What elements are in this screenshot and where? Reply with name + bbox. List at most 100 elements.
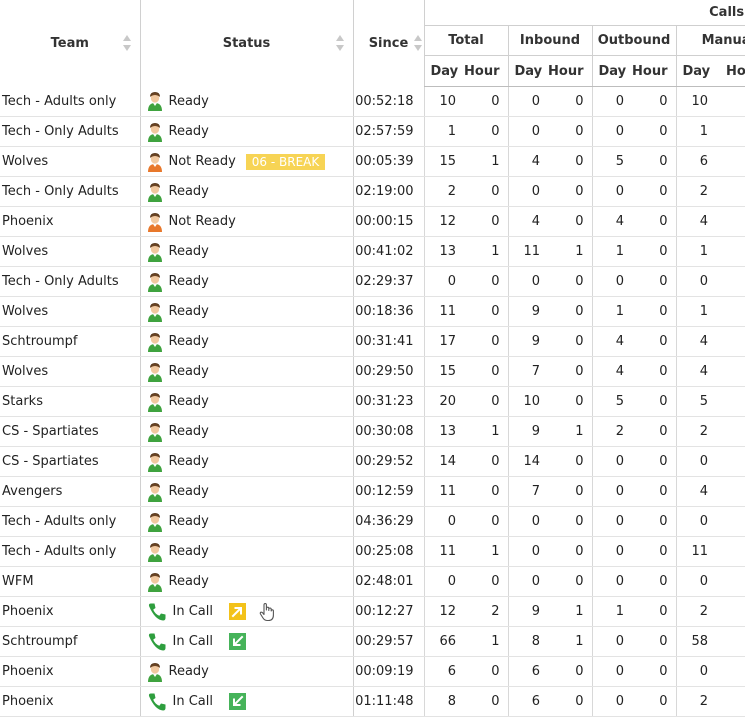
total-day-cell: 1	[423, 116, 464, 147]
manual-hour-cell	[716, 236, 745, 267]
team-cell: Schtroumpf	[0, 626, 141, 657]
manual-day-cell: 1	[675, 236, 716, 267]
agent-not-ready-icon	[147, 152, 163, 172]
team-cell: WFM	[0, 566, 141, 597]
status-column-header[interactable]: Status	[140, 0, 354, 87]
team-cell: Wolves	[0, 236, 141, 267]
agent-ready-icon	[147, 422, 163, 442]
table-row[interactable]: Wolves Ready 00:29:50 15 0 7 0 4 0 4	[0, 356, 745, 387]
table-row[interactable]: WFM Ready 02:48:01 0 0 0 0 0 0 0	[0, 566, 745, 597]
outbound-group-header: Outbound	[591, 25, 676, 56]
status-cell: Not Ready 06 - BREAK	[140, 146, 354, 177]
manual-day-cell: 4	[675, 326, 716, 357]
inbound-day-cell: 0	[507, 86, 548, 117]
total-day-cell: 15	[423, 146, 464, 177]
inbound-group-header: Inbound	[507, 25, 592, 56]
table-row[interactable]: Phoenix In Call 00:12:27 12 2 9 1 1 0 2	[0, 596, 745, 627]
table-row[interactable]: Phoenix In Call 01:11:48 8 0 6 0 0 0 2	[0, 686, 745, 717]
outbound-day-cell: 0	[591, 476, 632, 507]
pointer-hand-icon	[258, 602, 276, 622]
status-cell: Ready	[140, 176, 354, 207]
outbound-day-cell: 5	[591, 146, 632, 177]
total-hour-cell: 0	[464, 176, 508, 207]
outbound-hour-cell: 0	[632, 266, 676, 297]
team-cell: Tech - Only Adults	[0, 176, 141, 207]
manual-hour-cell	[716, 626, 745, 657]
agent-ready-icon	[147, 182, 163, 202]
total-hour-header: Hour	[464, 55, 508, 87]
total-day-header: Day	[423, 55, 464, 87]
total-group-header: Total	[423, 25, 508, 56]
manual-day-cell: 0	[675, 506, 716, 537]
total-day-cell: 11	[423, 476, 464, 507]
table-row[interactable]: Wolves Ready 00:41:02 13 1 11 1 1 0 1	[0, 236, 745, 267]
table-row[interactable]: Phoenix Ready 00:09:19 6 0 6 0 0 0 0	[0, 656, 745, 687]
table-row[interactable]: CS - Spartiates Ready 00:30:08 13 1 9 1 2 0 2	[0, 416, 745, 447]
agent-ready-icon	[147, 242, 163, 262]
inbound-hour-cell: 1	[548, 236, 592, 267]
team-cell: CS - Spartiates	[0, 416, 141, 447]
table-row[interactable]: Phoenix Not Ready 00:00:15 12 0 4 0 4 0 4	[0, 206, 745, 237]
manual-day-cell: 0	[675, 566, 716, 597]
outbound-hour-cell: 0	[632, 206, 676, 237]
table-row[interactable]: Tech - Adults only Ready 00:52:18 10 0 0 0 0 0 10	[0, 86, 745, 117]
since-cell: 01:11:48	[353, 686, 424, 717]
table-row[interactable]: Tech - Only Adults Ready 02:29:37 0 0 0 0 0 0 0	[0, 266, 745, 297]
table-row[interactable]: Wolves Not Ready 06 - BREAK 00:05:39 15 1 4 0 5 0…	[0, 146, 745, 177]
status-cell: Ready	[140, 446, 354, 477]
table-row[interactable]: Tech - Adults only Ready 00:25:08 11 1 0 0 0 0 11	[0, 536, 745, 567]
sort-arrows-icon[interactable]	[122, 34, 132, 52]
status-cell: In Call	[140, 686, 354, 717]
manual-hour-cell	[716, 86, 745, 117]
since-cell: 00:31:23	[353, 386, 424, 417]
manual-day-cell: 2	[675, 596, 716, 627]
manual-hour-header: Hour	[716, 55, 745, 87]
table-row[interactable]: Tech - Only Adults Ready 02:57:59 1 0 0 0 0 0 1	[0, 116, 745, 147]
team-column-header[interactable]: Team	[0, 0, 141, 87]
table-row[interactable]: CS - Spartiates Ready 00:29:52 14 0 14 0 0 0 0	[0, 446, 745, 477]
manual-hour-cell	[716, 296, 745, 327]
team-cell: Phoenix	[0, 206, 141, 237]
sort-arrows-icon[interactable]	[413, 34, 423, 52]
manual-day-cell: 0	[675, 656, 716, 687]
outbound-day-cell: 0	[591, 86, 632, 117]
inbound-day-cell: 0	[507, 116, 548, 147]
status-cell: Ready	[140, 326, 354, 357]
outbound-day-cell: 0	[591, 686, 632, 717]
manual-hour-cell	[716, 686, 745, 717]
total-hour-cell: 0	[464, 476, 508, 507]
team-cell: Tech - Only Adults	[0, 116, 141, 147]
team-cell: Starks	[0, 386, 141, 417]
inbound-hour-cell: 0	[548, 296, 592, 327]
table-row[interactable]: Starks Ready 00:31:23 20 0 10 0 5 0 5	[0, 386, 745, 417]
calls-group-header: Calls	[423, 0, 745, 26]
manual-day-cell: 4	[675, 206, 716, 237]
manual-hour-cell	[716, 506, 745, 537]
manual-hour-cell	[716, 116, 745, 147]
table-row[interactable]: Wolves Ready 00:18:36 11 0 9 0 1 0 1	[0, 296, 745, 327]
since-column-header[interactable]: Since	[353, 0, 424, 87]
outbound-day-cell: 5	[591, 386, 632, 417]
table-row[interactable]: Tech - Only Adults Ready 02:19:00 2 0 0 0 0 0 2	[0, 176, 745, 207]
sort-arrows-icon[interactable]	[335, 34, 345, 52]
inbound-day-cell: 8	[507, 626, 548, 657]
team-cell: Phoenix	[0, 656, 141, 687]
status-cell: Ready	[140, 656, 354, 687]
manual-hour-cell	[716, 476, 745, 507]
since-cell: 00:52:18	[353, 86, 424, 117]
team-cell: Phoenix	[0, 686, 141, 717]
table-row[interactable]: Avengers Ready 00:12:59 11 0 7 0 0 0 4	[0, 476, 745, 507]
agent-ready-icon	[147, 272, 163, 292]
table-row[interactable]: Schtroumpf Ready 00:31:41 17 0 9 0 4 0 4	[0, 326, 745, 357]
table-row[interactable]: Tech - Adults only Ready 04:36:29 0 0 0 0 0 0 0	[0, 506, 745, 537]
manual-day-cell: 4	[675, 356, 716, 387]
inbound-day-cell: 9	[507, 296, 548, 327]
table-row[interactable]: Schtroumpf In Call 00:29:57 66 1 8 1 0 0 58	[0, 626, 745, 657]
manual-hour-cell	[716, 656, 745, 687]
outbound-hour-cell: 0	[632, 566, 676, 597]
inbound-day-cell: 4	[507, 146, 548, 177]
status-label: Ready	[168, 574, 209, 589]
status-label: Not Ready	[168, 154, 236, 169]
team-cell: Tech - Adults only	[0, 536, 141, 567]
inbound-day-cell: 9	[507, 326, 548, 357]
